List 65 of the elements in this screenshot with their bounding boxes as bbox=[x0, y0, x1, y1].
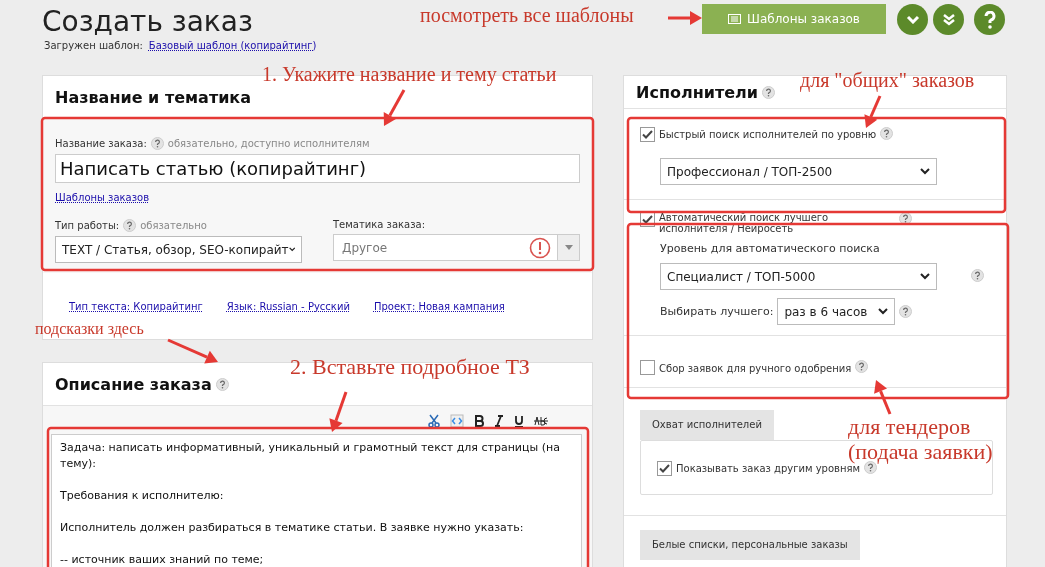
chevron-down-button[interactable] bbox=[897, 4, 928, 35]
arrow bbox=[329, 391, 348, 432]
help-icon[interactable] bbox=[855, 360, 869, 373]
field-label: Тематика заказа: bbox=[333, 219, 426, 230]
field-label: Выбирать лучшего: bbox=[660, 305, 774, 318]
caret-icon bbox=[920, 168, 930, 175]
annotation-text: 1. Укажите название и тему статьи bbox=[262, 64, 557, 84]
help-icon[interactable] bbox=[899, 305, 913, 318]
field-label: Уровень для автоматического поиска bbox=[660, 242, 881, 255]
annotation-text: подсказки здесь bbox=[35, 321, 144, 337]
field-label: Тип работы: bbox=[55, 220, 120, 231]
auto-level-select[interactable]: Специалист / ТОП-5000 bbox=[660, 263, 937, 290]
panel-title: Название и тематика bbox=[55, 87, 251, 107]
field-hint: обязательно bbox=[140, 220, 207, 231]
checkbox-label: Сбор заявок для ручного одобрения bbox=[659, 363, 852, 374]
double-chevron-icon bbox=[941, 12, 956, 27]
help-icon[interactable] bbox=[150, 137, 164, 150]
arrow bbox=[167, 338, 218, 364]
checkbox[interactable] bbox=[640, 127, 655, 142]
annotation-text: посмотреть все шаблоны bbox=[420, 5, 634, 25]
help-icon[interactable] bbox=[971, 268, 984, 282]
checkbox-label: Быстрый поиск исполнителей по уровню bbox=[659, 129, 877, 140]
whitelist-tab[interactable]: Белые списки, персональные заказы bbox=[640, 530, 860, 560]
arrow bbox=[668, 11, 702, 25]
question-mark-icon bbox=[983, 10, 996, 29]
panel-title: Описание заказа bbox=[55, 374, 212, 394]
help-button[interactable] bbox=[974, 4, 1005, 35]
topic-select[interactable]: Другое bbox=[333, 234, 580, 261]
arrow bbox=[864, 95, 882, 128]
panel-title: Исполнители bbox=[636, 82, 758, 102]
checkbox[interactable] bbox=[657, 461, 672, 476]
annotation-text: (подача заявки) bbox=[848, 441, 993, 463]
help-icon[interactable] bbox=[761, 85, 775, 99]
help-icon[interactable] bbox=[123, 219, 137, 232]
help-icon[interactable] bbox=[880, 127, 894, 140]
list-icon bbox=[728, 14, 742, 24]
annotation-text: для тендеров bbox=[848, 416, 971, 438]
order-name-input[interactable]: Написать статью (копирайтинг) bbox=[55, 154, 580, 183]
caret-icon bbox=[920, 273, 930, 280]
meta-link[interactable]: Тип текста: Копирайтинг bbox=[69, 300, 203, 312]
double-chevron-button[interactable] bbox=[933, 4, 964, 35]
field-hint: обязательно, доступно исполнителям bbox=[167, 138, 370, 149]
caret-icon bbox=[878, 308, 889, 315]
annotation-text: для "общих" заказов bbox=[800, 70, 975, 90]
frequency-select[interactable]: раз в 6 часов bbox=[777, 298, 896, 325]
template-link[interactable]: Базовый шаблон (копирайтинг) bbox=[148, 40, 317, 51]
template-label: Загружен шаблон: bbox=[44, 40, 143, 51]
checkbox[interactable] bbox=[640, 360, 655, 375]
work-type-select[interactable]: TEXT / Статья, обзор, SEO-копирайт bbox=[55, 236, 302, 263]
description-textarea[interactable]: Задача: написать информативный, уникальный и грамотный текст для страницы (на тему): Требования к исполнителю: Исполнитель должен разбираться в тематике статьи. В заявке нужно указать: -- источник ваших знаний по теме; bbox=[51, 434, 582, 567]
meta-link[interactable]: Язык: Russian - Русский bbox=[226, 300, 350, 312]
level-select[interactable]: Профессионал / ТОП-2500 bbox=[660, 158, 937, 185]
templates-link[interactable]: Шаблоны заказов bbox=[55, 192, 150, 203]
dropdown-arrow-icon bbox=[564, 245, 573, 250]
coverage-tab[interactable]: Охват исполнителей bbox=[640, 410, 774, 440]
chevron-down-icon bbox=[905, 15, 920, 24]
caret-icon bbox=[288, 246, 295, 253]
help-icon[interactable] bbox=[215, 377, 229, 391]
annotation-text: 2. Вставьте подробное ТЗ bbox=[290, 356, 530, 378]
arrow bbox=[383, 89, 406, 126]
meta-link[interactable]: Проект: Новая кампания bbox=[373, 300, 505, 312]
field-label: Название заказа: bbox=[55, 138, 147, 149]
arrow bbox=[874, 380, 892, 415]
checkbox-label: Показывать заказ другим уровням bbox=[676, 463, 861, 474]
page-title: Создать заказ bbox=[42, 4, 254, 40]
